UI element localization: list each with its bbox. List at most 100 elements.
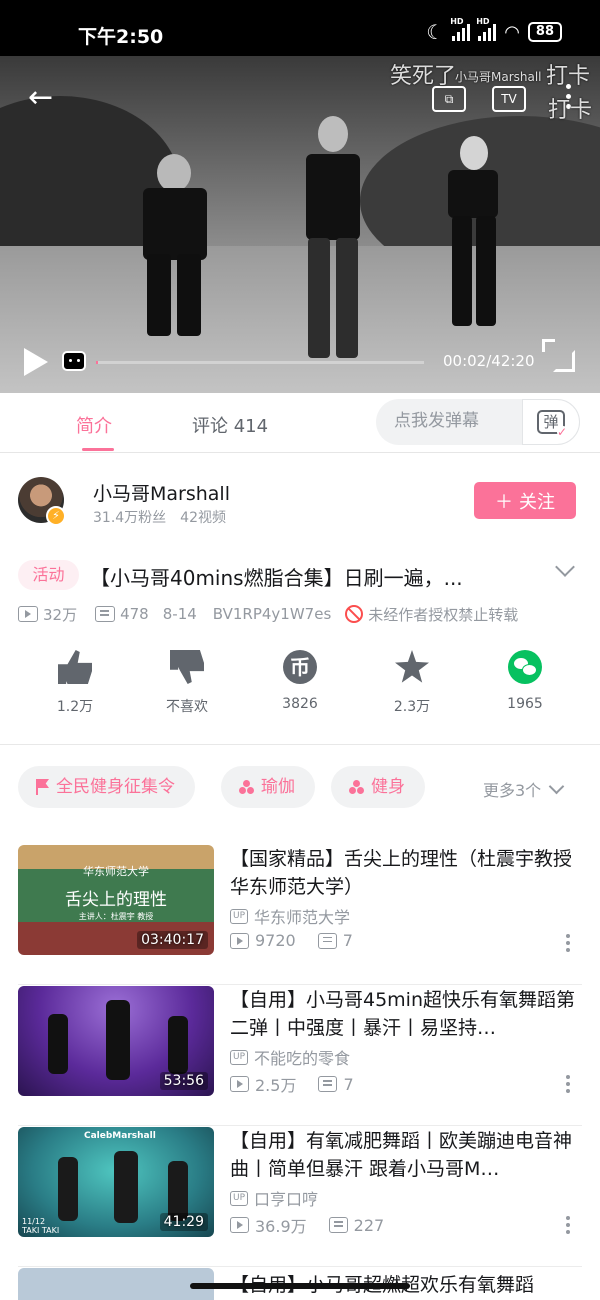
more-tags-label: 更多3个 xyxy=(483,781,542,800)
video-time: 00:02/42:20 xyxy=(443,352,535,370)
dislike-label: 不喜欢 xyxy=(166,699,208,715)
dislike-button[interactable]: 不喜欢 xyxy=(142,650,232,716)
view-count: 36.9万 xyxy=(255,1217,307,1236)
tab-intro[interactable]: 简介 xyxy=(76,412,112,438)
related-author[interactable]: UP 口亨口哼 xyxy=(230,1186,318,1210)
favorite-count: 2.3万 xyxy=(393,699,431,715)
favorite-icon xyxy=(395,650,429,683)
bvid: BV1RP4y1W7es xyxy=(212,605,332,623)
up-badge-icon: UP xyxy=(230,908,249,924)
plus-icon: ＋ xyxy=(495,491,513,513)
like-count: 1.2万 xyxy=(56,699,94,715)
share-count: 1965 xyxy=(507,696,543,712)
video-thumbnail[interactable]: 53:56 xyxy=(18,986,214,1096)
danmaku-count: 7 xyxy=(343,1074,354,1094)
chevron-down-icon[interactable] xyxy=(555,557,575,577)
activity-tag[interactable]: 活动 xyxy=(18,560,79,590)
progress-fill xyxy=(96,361,98,364)
danmaku-input[interactable] xyxy=(394,411,524,431)
danmaku-settings-button[interactable]: 弹 ✓ xyxy=(522,399,580,445)
tag-label: 全民健身征集令 xyxy=(56,777,175,797)
video-player[interactable]: ← ⧉ TV 笑死了 小马哥Marshall 打卡 打卡 00:02/42:20 xyxy=(0,56,600,393)
battery-indicator: 88 xyxy=(527,22,562,42)
progress-bar[interactable] xyxy=(96,361,424,364)
status-time: 下午2:50 xyxy=(78,26,164,48)
status-icons: ☾ HD HD ◠ 88 xyxy=(426,17,562,44)
video-thumbnail[interactable]: CalebMarshall 11/12 TAKI TAKI 41:29 xyxy=(18,1127,214,1237)
wifi-icon: ◠ xyxy=(504,21,520,43)
video-title[interactable]: 【小马哥40mins燃脂合集】日刷一遍，... xyxy=(90,562,526,591)
danmaku-count-icon xyxy=(317,932,337,949)
tag-dots-icon xyxy=(239,780,255,794)
home-indicator[interactable] xyxy=(190,1283,410,1289)
list-item[interactable]: 华东师范大学 舌尖上的理性 主讲人：杜震宇 教授 03:40:17 【国家精品】… xyxy=(18,845,582,985)
tag-chip-fitness[interactable]: 健身 xyxy=(331,766,425,808)
follow-button[interactable]: ＋ 关注 xyxy=(474,482,576,519)
thumb-dancer xyxy=(58,1157,78,1221)
danmaku-count-icon xyxy=(318,1076,338,1092)
play-icon[interactable] xyxy=(24,348,48,376)
tag-chip-yoga[interactable]: 瑜伽 xyxy=(221,766,315,808)
up-badge-icon: UP xyxy=(230,1190,249,1206)
uploader-name[interactable]: 小马哥Marshall xyxy=(93,479,230,506)
danmaku-comment: 打卡 xyxy=(548,98,593,123)
tag-dots-icon xyxy=(349,780,365,794)
view-count: 32万 xyxy=(43,605,78,624)
danmaku-input-box[interactable]: 弹 ✓ xyxy=(376,399,580,445)
related-title[interactable]: 【自用】有氧减肥舞蹈丨欧美蹦迪电音神曲丨简单但暴汗 跟着小马哥M… xyxy=(230,1127,582,1183)
chevron-down-icon xyxy=(548,778,565,794)
publish-date: 8-14 xyxy=(162,605,197,623)
like-icon xyxy=(58,650,92,684)
share-button[interactable]: 1965 xyxy=(480,650,570,712)
more-options-icon[interactable] xyxy=(566,1075,570,1093)
more-tags-button[interactable]: 更多3个 xyxy=(483,777,565,801)
favorite-button[interactable]: 2.3万 xyxy=(367,650,457,716)
do-not-disturb-icon: ☾ xyxy=(426,20,445,44)
tag-chip-campaign[interactable]: 全民健身征集令 xyxy=(18,766,195,808)
action-bar: 1.2万 不喜欢 币 3826 2.3万 1965 xyxy=(0,650,600,720)
copyright-notice: 未经作者授权禁止转载 xyxy=(368,605,519,624)
like-button[interactable]: 1.2万 xyxy=(30,650,120,716)
related-title[interactable]: 【自用】小马哥45min超快乐有氧舞蹈第二弹丨中强度丨暴汗丨易坚持… xyxy=(230,986,582,1042)
video-duration: 41:29 xyxy=(159,1213,208,1231)
coin-icon: 币 xyxy=(283,650,317,684)
thumb-title: 舌尖上的理性 xyxy=(65,890,167,910)
video-duration: 53:56 xyxy=(159,1072,208,1090)
thumb-dancer xyxy=(168,1016,188,1074)
danmaku-count-icon xyxy=(328,1217,348,1233)
related-author[interactable]: UP 不能吃的零食 xyxy=(230,1045,350,1069)
view-count: 2.5万 xyxy=(255,1076,297,1095)
list-item[interactable]: CalebMarshall 11/12 TAKI TAKI 41:29 【自用】… xyxy=(18,1127,582,1267)
video-thumbnail[interactable]: 华东师范大学 舌尖上的理性 主讲人：杜震宇 教授 03:40:17 xyxy=(18,845,214,955)
thumb-brand: CalebMarshall xyxy=(84,1131,156,1141)
danmaku-count: 7 xyxy=(342,931,353,950)
fullscreen-icon[interactable] xyxy=(542,339,575,372)
coin-button[interactable]: 币 3826 xyxy=(255,650,345,712)
tv-icon[interactable]: TV xyxy=(492,86,526,112)
related-author[interactable]: UP 华东师范大学 xyxy=(230,904,350,928)
tag-label: 健身 xyxy=(371,777,405,797)
follow-label: 关注 xyxy=(519,491,555,513)
play-count-icon xyxy=(230,932,249,949)
section-divider xyxy=(0,744,600,745)
tag-label: 瑜伽 xyxy=(261,777,295,797)
back-arrow-icon[interactable]: ← xyxy=(28,83,58,114)
danmaku-count-icon xyxy=(95,606,116,622)
coin-count: 3826 xyxy=(282,696,318,712)
danmaku-switch-icon[interactable] xyxy=(62,351,86,371)
wechat-share-icon xyxy=(508,650,542,684)
tab-underline xyxy=(82,448,114,451)
related-stats: 9720 7 xyxy=(230,931,353,950)
video-meta: 32万 478 8-14 BV1RP4y1W7es 未经作者授权禁止转载 xyxy=(18,602,518,626)
more-options-icon[interactable] xyxy=(566,1216,570,1234)
author-name: 华东师范大学 xyxy=(254,908,351,927)
list-item[interactable]: 53:56 【自用】小马哥45min超快乐有氧舞蹈第二弹丨中强度丨暴汗丨易坚持…… xyxy=(18,986,582,1126)
more-options-icon[interactable] xyxy=(566,934,570,952)
play-count-icon xyxy=(230,1076,249,1092)
uploader-stats: 31.4万粉丝 42视频 xyxy=(93,510,226,526)
thumb-dancer xyxy=(114,1151,138,1223)
tab-comments[interactable]: 评论 414 xyxy=(192,412,268,438)
related-title[interactable]: 【国家精品】舌尖上的理性（杜震宇教授 华东师范大学） xyxy=(230,845,582,901)
thumb-dancer xyxy=(48,1014,68,1074)
video-thumbnail-partial[interactable] xyxy=(18,1268,214,1300)
